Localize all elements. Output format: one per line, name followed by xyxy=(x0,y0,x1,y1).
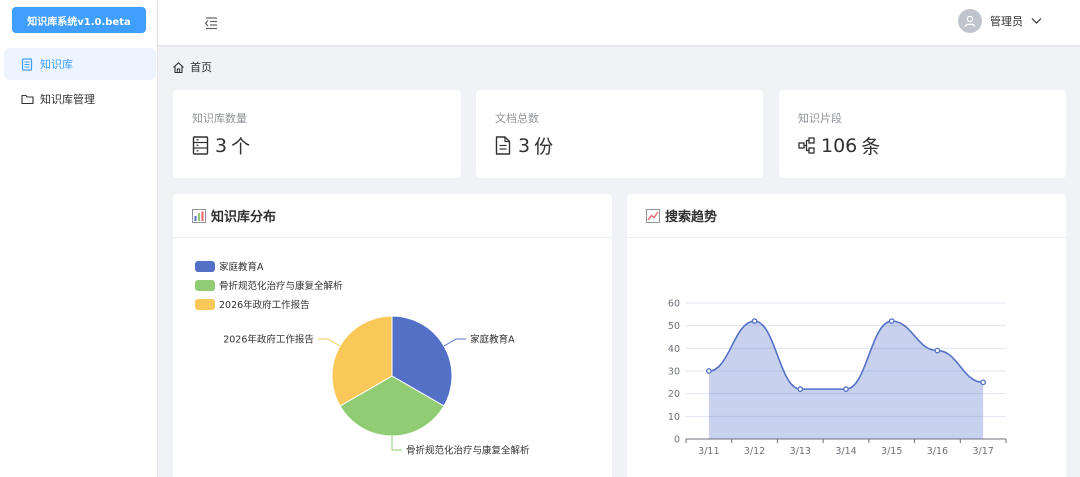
data-point[interactable] xyxy=(934,347,941,354)
stat-value-row: 3 个 xyxy=(192,132,250,159)
folder-icon xyxy=(20,92,34,106)
x-tick-label: 3/15 xyxy=(881,446,902,457)
area-chart: 0 10 20 30 40 50 60 3/11 3/12 3/13 3/14 3/15 3/16 3/1… xyxy=(668,299,1007,457)
app-title-button[interactable]: 知识库系统v1.0.beta xyxy=(12,7,146,33)
stat-value-row: 106 条 xyxy=(798,132,880,159)
stat-value: 3 xyxy=(215,134,228,157)
y-tick-label: 20 xyxy=(668,389,680,400)
y-tick-label: 50 xyxy=(668,321,680,332)
pie-slice-label: 骨折规范化治疗与康复全解析 xyxy=(406,445,530,457)
stat-label: 知识片段 xyxy=(798,112,842,125)
data-point[interactable] xyxy=(706,368,712,374)
pie-label-line xyxy=(317,338,341,347)
pie-slice-label: 2026年政府工作报告 xyxy=(223,334,314,346)
x-tick-label: 3/17 xyxy=(972,446,993,457)
breadcrumb: 首页 xyxy=(172,58,212,76)
document-list-icon xyxy=(20,57,34,71)
stat-value: 106 xyxy=(821,134,858,157)
stat-label: 文档总数 xyxy=(495,112,539,125)
avatar xyxy=(958,9,982,33)
node-tree-icon xyxy=(798,136,818,156)
stat-unit: 个 xyxy=(231,136,251,158)
menu-collapse-icon[interactable] xyxy=(203,15,219,31)
sidebar-menu: 知识库 知识库管理 xyxy=(4,48,156,118)
pie-label-line xyxy=(443,338,467,347)
x-tick-label: 3/12 xyxy=(744,446,765,457)
document-list-icon xyxy=(192,136,212,156)
stat-card-fragments: 知识片段 106 条 xyxy=(779,90,1066,178)
sidebar: 知识库系统v1.0.beta 知识库 知识库管理 xyxy=(0,0,158,477)
file-text-icon xyxy=(495,136,515,156)
pie-chart: 家庭教育A 骨折规范化治疗与康复全解析 2026年政府工作报告 xyxy=(223,315,530,457)
stat-label: 知识库数量 xyxy=(192,112,247,125)
data-point[interactable] xyxy=(980,379,986,386)
stat-card-knowledge-bases: 知识库数量 3 个 xyxy=(173,90,461,178)
y-tick-label: 30 xyxy=(668,367,680,378)
sidebar-item-label: 知识库 xyxy=(40,58,73,71)
breadcrumb-home[interactable]: 首页 xyxy=(190,59,212,75)
y-tick-label: 40 xyxy=(668,344,680,355)
pie-chart-panel: 知识库分布 家庭教育A 骨折规范化治疗与康复全解析 2026年政府工作报告 家庭… xyxy=(173,194,612,477)
sidebar-item-knowledge-base-management[interactable]: 知识库管理 xyxy=(4,83,156,115)
sidebar-item-knowledge-base[interactable]: 知识库 xyxy=(4,48,156,80)
stat-card-documents: 文档总数 3 份 xyxy=(476,90,763,178)
pie-label-line xyxy=(391,436,402,451)
sidebar-item-label: 知识库管理 xyxy=(40,93,95,106)
user-name: 管理员 xyxy=(990,15,1023,28)
x-tick-label: 3/14 xyxy=(835,446,856,457)
stat-value: 3 xyxy=(518,134,531,157)
pie-slice-label: 家庭教育A xyxy=(470,334,515,346)
data-point[interactable] xyxy=(797,386,804,392)
x-tick-label: 3/13 xyxy=(790,446,811,457)
home-icon xyxy=(172,61,185,74)
user-dropdown[interactable]: 管理员 xyxy=(958,8,1042,34)
data-point[interactable] xyxy=(751,318,758,324)
x-tick-label: 3/11 xyxy=(698,446,719,457)
top-header: 管理员 xyxy=(158,0,1080,45)
trend-chart-panel: 搜索趋势 0 10 20 30 40 50 60 3/11 3/12 3/13 3/14 3/15 3/… xyxy=(627,194,1066,477)
y-tick-label: 10 xyxy=(668,412,680,423)
chevron-down-icon xyxy=(1031,14,1042,28)
stat-unit: 份 xyxy=(534,136,554,158)
data-point[interactable] xyxy=(888,318,895,324)
x-tick-label: 3/16 xyxy=(927,446,948,457)
y-tick-label: 60 xyxy=(668,299,680,310)
stat-unit: 条 xyxy=(861,136,881,158)
data-point[interactable] xyxy=(843,386,849,392)
area-fill xyxy=(708,321,984,439)
stat-value-row: 3 份 xyxy=(495,132,553,159)
y-tick-label: 0 xyxy=(674,435,680,446)
